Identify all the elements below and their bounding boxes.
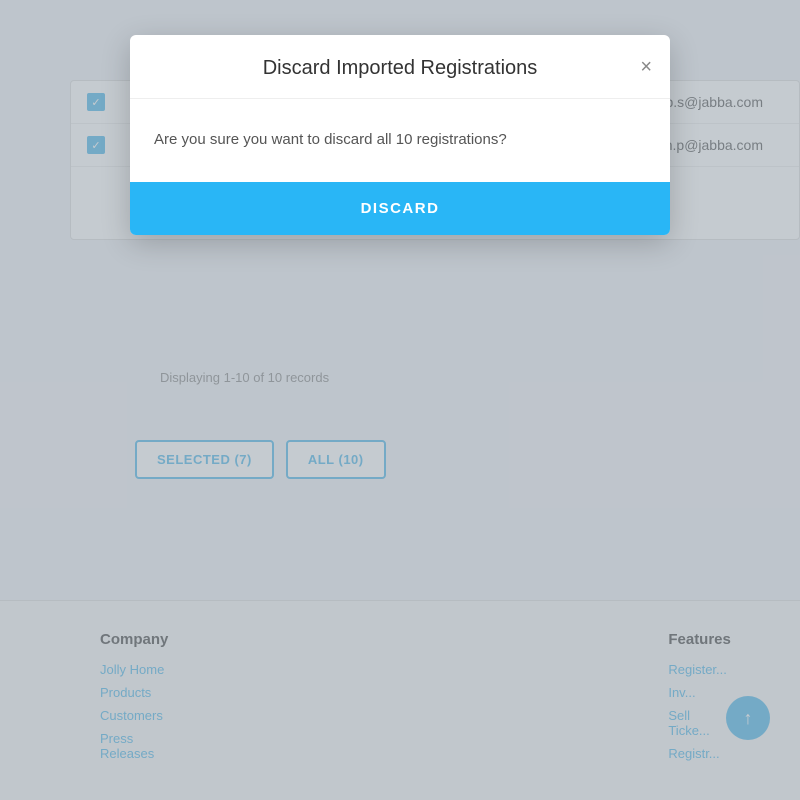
discard-registrations-modal: Discard Imported Registrations × Are you…: [130, 35, 670, 235]
modal-body-text: Are you sure you want to discard all 10 …: [154, 129, 646, 152]
modal-header: Discard Imported Registrations ×: [130, 35, 670, 99]
discard-button[interactable]: DISCARD: [130, 182, 670, 235]
modal-close-button[interactable]: ×: [640, 57, 652, 77]
modal-body: Are you sure you want to discard all 10 …: [130, 99, 670, 182]
modal-title: Discard Imported Registrations: [263, 57, 538, 80]
modal-footer: DISCARD: [130, 182, 670, 235]
